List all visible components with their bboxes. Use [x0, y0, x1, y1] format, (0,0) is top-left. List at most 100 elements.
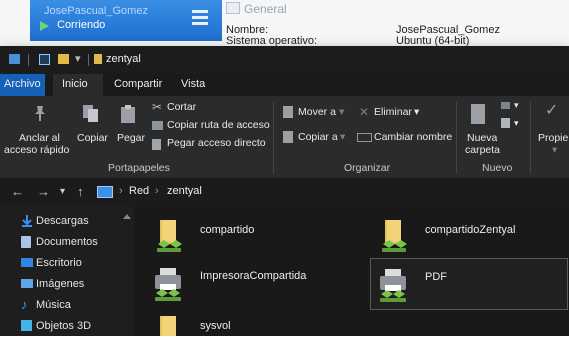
move-to-dropdown-icon[interactable]: ▾ [339, 106, 344, 118]
pin-icon [35, 106, 45, 121]
paste-icon [121, 105, 135, 123]
new-folder-quick-icon[interactable] [58, 54, 69, 64]
tab-archivo[interactable]: Archivo [4, 78, 41, 90]
pin-quick-access-label: acceso rápido [4, 144, 70, 156]
folder-icon [94, 54, 102, 64]
list-item-selected[interactable]: PDF [370, 258, 568, 310]
navigation-pane: Descargas Documentos Escritorio Imágenes… [0, 206, 134, 336]
up-arrow-icon[interactable]: ↑ [77, 184, 84, 199]
paste-shortcut-icon [152, 139, 161, 150]
window-title: zentyal [106, 53, 141, 65]
easy-access-icon[interactable] [501, 118, 510, 128]
network-icon [97, 186, 113, 198]
copy-to-icon [283, 131, 293, 143]
properties-quick-icon[interactable] [39, 54, 50, 65]
desktop-icon [21, 258, 33, 267]
cut-button[interactable]: Cortar [167, 101, 196, 113]
navigation-bar: ← → ▾ ↑ › Red › zentyal [0, 178, 569, 206]
new-folder-icon [471, 104, 485, 124]
properties-button[interactable]: Propie [538, 132, 568, 144]
move-to-button[interactable]: Mover a [298, 106, 336, 118]
nav-item-documentos[interactable]: Documentos [36, 236, 98, 248]
vm-name: JosePascual_Gomez [44, 5, 148, 17]
properties-check-icon: ✓ [545, 102, 559, 119]
breadcrumb-separator-icon: › [155, 185, 159, 197]
properties-dropdown-icon[interactable]: ▾ [552, 144, 557, 156]
item-label: PDF [425, 271, 447, 283]
copy-to-button[interactable]: Copiar a [298, 131, 338, 143]
cube-icon [21, 320, 32, 331]
title-bar: ▾ zentyal [0, 46, 569, 74]
file-explorer-window: ▾ zentyal Archivo Inicio Compartir Vista… [0, 46, 569, 336]
group-separator [530, 102, 531, 174]
copy-button[interactable]: Copiar [77, 132, 108, 144]
copy-path-icon [152, 121, 163, 130]
nav-item-descargas[interactable]: Descargas [36, 215, 89, 227]
group-separator [273, 102, 274, 174]
easy-access-dropdown-icon[interactable]: ▾ [514, 118, 519, 129]
recent-locations-icon[interactable]: ▾ [60, 186, 65, 197]
nav-item-objetos-3d[interactable]: Objetos 3D [36, 320, 91, 332]
divider [28, 54, 29, 66]
group-label-organize: Organizar [344, 162, 391, 174]
copy-icon [83, 105, 98, 122]
bottom-margin [0, 336, 569, 345]
list-item[interactable]: ImpresoraCompartida [150, 262, 350, 308]
customize-quick-access-icon[interactable]: ▾ [75, 52, 81, 65]
nav-item-musica[interactable]: Música [36, 299, 71, 311]
virtualbox-manager-strip: JosePascual_Gomez Corriendo General Nomb… [0, 0, 569, 47]
new-item-dropdown-icon[interactable]: ▾ [514, 100, 519, 111]
list-item[interactable]: compartidoZentyal [375, 212, 565, 258]
general-section-title[interactable]: General [244, 2, 287, 16]
delete-button[interactable]: Eliminar [374, 106, 412, 118]
nav-item-escritorio[interactable]: Escritorio [36, 257, 82, 269]
document-icon [21, 236, 31, 248]
list-item[interactable]: sysvol [150, 312, 350, 336]
shared-folder-icon [382, 220, 407, 252]
file-list: compartido compartidoZentyal ImpresoraCo… [134, 206, 569, 336]
breadcrumb-separator-icon: › [119, 185, 123, 197]
delete-icon: ✕ [359, 105, 370, 119]
group-separator [456, 102, 457, 174]
scissors-icon: ✂ [152, 100, 163, 114]
rename-button[interactable]: Cambiar nombre [374, 131, 452, 143]
new-folder-button[interactable]: Nueva [467, 132, 497, 144]
item-label: sysvol [200, 320, 231, 332]
back-arrow-icon[interactable]: ← [11, 184, 24, 199]
copy-to-dropdown-icon[interactable]: ▾ [340, 131, 345, 143]
new-item-icon[interactable] [501, 102, 510, 109]
item-label: compartidoZentyal [425, 224, 516, 236]
item-label: compartido [200, 224, 255, 236]
download-icon [21, 215, 33, 227]
paste-button[interactable]: Pegar [117, 132, 145, 144]
vm-menu-icon[interactable] [192, 10, 208, 28]
forward-arrow-icon[interactable]: → [37, 184, 50, 199]
tab-inicio[interactable]: Inicio [62, 78, 88, 90]
tab-compartir[interactable]: Compartir [114, 78, 162, 90]
window-icon [9, 54, 20, 64]
vm-list-item-selected[interactable]: JosePascual_Gomez Corriendo [30, 0, 222, 41]
shared-folder-icon [160, 316, 176, 336]
delete-dropdown-icon[interactable]: ▾ [414, 106, 419, 118]
shared-printer-icon [380, 269, 406, 302]
shared-folder-icon [157, 220, 182, 252]
group-label-new: Nuevo [482, 162, 513, 174]
music-icon: ♪ [21, 297, 28, 312]
pictures-icon [21, 279, 33, 288]
shared-printer-icon [155, 268, 181, 301]
nav-item-imagenes[interactable]: Imágenes [36, 278, 84, 290]
paste-shortcut-button[interactable]: Pegar acceso directo [167, 137, 266, 149]
rename-icon [357, 133, 372, 142]
divider [88, 54, 89, 66]
tab-vista[interactable]: Vista [181, 78, 205, 90]
general-section-icon [226, 2, 240, 14]
copy-path-button[interactable]: Copiar ruta de acceso [167, 119, 270, 131]
vm-state: Corriendo [57, 19, 106, 31]
scroll-up-icon[interactable] [123, 214, 131, 219]
running-arrow-icon [40, 21, 49, 31]
breadcrumb-red[interactable]: Red [129, 185, 149, 197]
group-label-clipboard: Portapapeles [108, 162, 170, 174]
breadcrumb-zentyal[interactable]: zentyal [167, 185, 202, 197]
list-item[interactable]: compartido [150, 212, 350, 258]
pin-quick-access-button[interactable]: Anclar al [19, 132, 60, 144]
